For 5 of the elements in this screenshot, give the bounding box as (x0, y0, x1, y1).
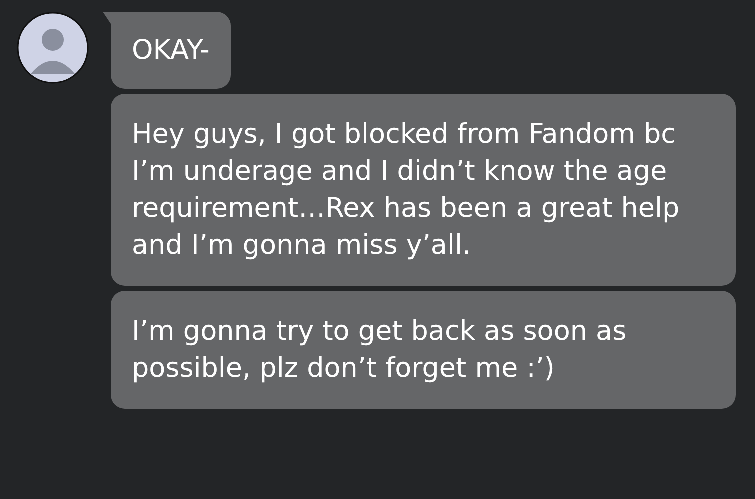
message-bubble: I’m gonna try to get back as soon as possible, plz don’t forget me :’) (111, 291, 736, 409)
message-bubble: Hey guys, I got blocked from Fandom bc I’m underage and I didn’t know the age requirement…Rex has been a great help and I’m gonna miss y’all. (111, 94, 736, 286)
avatar-icon (17, 12, 89, 84)
message-bubble: OKAY- (111, 12, 231, 89)
bubble-tail-icon (103, 12, 111, 24)
